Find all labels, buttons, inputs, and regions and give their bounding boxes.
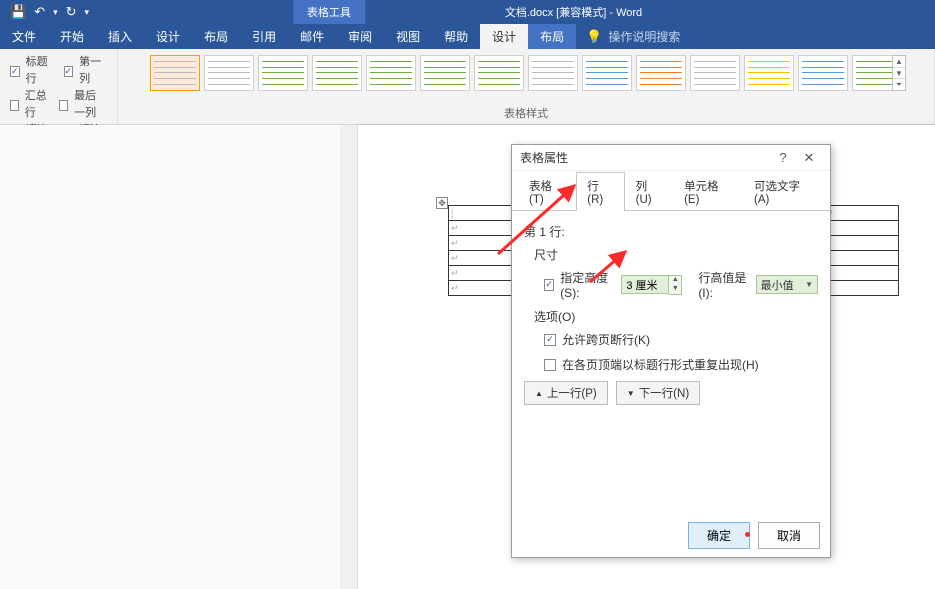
dialog-tab-row[interactable]: 行(R) — [576, 172, 624, 211]
tell-me-search[interactable]: 💡 操作说明搜索 — [576, 24, 690, 49]
ribbon-body: 标题行 第一列 汇总行 最后一列 镶边行 镶边列 表格样式选项 — [0, 49, 935, 125]
dialog-title-text: 表格属性 — [520, 149, 568, 166]
redo-icon[interactable]: ↻ — [66, 4, 77, 20]
dialog-tab-column[interactable]: 列(U) — [625, 172, 673, 211]
dialog-titlebar[interactable]: 表格属性 ? ✕ — [512, 145, 830, 171]
dialog-tabs: 表格(T) 行(R) 列(U) 单元格(E) 可选文字(A) — [512, 171, 830, 211]
dialog-help-button[interactable]: ? — [770, 150, 796, 165]
height-spinner[interactable]: ▲ ▼ — [621, 275, 682, 295]
group-table-styles: ▲ ▼ ⏷ 表格样式 — [118, 49, 935, 124]
label-specify-height: 指定高度(S): — [560, 269, 615, 300]
style-thumb-4[interactable] — [312, 55, 362, 91]
vertical-ruler — [340, 125, 358, 589]
checkbox-header-row[interactable] — [10, 66, 20, 77]
checkbox-first-col[interactable] — [64, 66, 74, 77]
checkbox-specify-height[interactable] — [544, 279, 554, 291]
tab-table-design[interactable]: 设计 — [480, 24, 528, 49]
annotation-dot — [745, 532, 750, 537]
tab-home[interactable]: 开始 — [48, 24, 96, 49]
row-indicator-label: 第 1 行: — [524, 223, 818, 240]
title-bar: 💾 ↶ ▾ ↻ ▾ 表格工具 文档.docx [兼容模式] - Word — [0, 0, 935, 24]
chevron-down-icon: ▼ — [805, 280, 813, 289]
table-styles-gallery[interactable]: ▲ ▼ ⏷ — [144, 51, 908, 105]
label-repeat-header: 在各页顶端以标题行形式重复出现(H) — [562, 356, 759, 373]
tab-view[interactable]: 视图 — [384, 24, 432, 49]
gallery-up-icon[interactable]: ▲ — [893, 56, 905, 68]
document-title: 文档.docx [兼容模式] - Word — [505, 4, 642, 20]
label-total-row: 汇总行 — [25, 88, 50, 122]
undo-more-icon[interactable]: ▾ — [53, 7, 58, 18]
gallery-down-icon[interactable]: ▼ — [893, 68, 905, 80]
spin-down-icon[interactable]: ▼ — [669, 285, 681, 294]
style-thumb-13[interactable] — [798, 55, 848, 91]
style-thumb-2[interactable] — [204, 55, 254, 91]
table-properties-dialog: 表格属性 ? ✕ 表格(T) 行(R) 列(U) 单元格(E) 可选文字(A) … — [511, 144, 831, 558]
undo-icon[interactable]: ↶ — [34, 4, 45, 20]
checkbox-last-col[interactable] — [59, 100, 68, 111]
dialog-footer: 确定 取消 — [512, 514, 830, 557]
height-input[interactable] — [621, 275, 669, 294]
style-thumb-5[interactable] — [366, 55, 416, 91]
dialog-tab-table[interactable]: 表格(T) — [518, 172, 576, 211]
style-thumb-1[interactable] — [150, 55, 200, 91]
table-tools-context-tab: 表格工具 — [293, 0, 365, 24]
dialog-body: 第 1 行: 尺寸 指定高度(S): ▲ ▼ 行高值是(I): 最小值 ▼ 选项… — [512, 211, 830, 514]
prev-row-button[interactable]: ▲ 上一行(P) — [524, 381, 608, 405]
prev-row-label: 上一行(P) — [547, 385, 597, 401]
label-allow-break: 允许跨页断行(K) — [562, 331, 650, 348]
triangle-up-icon: ▲ — [535, 389, 543, 398]
tell-me-label: 操作说明搜索 — [608, 28, 680, 45]
tab-review[interactable]: 审阅 — [336, 24, 384, 49]
group-label-table-styles: 表格样式 — [504, 105, 548, 122]
style-thumb-6[interactable] — [420, 55, 470, 91]
quick-access-toolbar: 💾 ↶ ▾ ↻ ▾ — [0, 4, 99, 20]
style-thumb-8[interactable] — [528, 55, 578, 91]
cancel-button[interactable]: 取消 — [758, 522, 820, 549]
combo-value: 最小值 — [761, 277, 794, 293]
tab-insert[interactable]: 插入 — [96, 24, 144, 49]
tab-table-layout[interactable]: 布局 — [528, 24, 576, 49]
table-move-handle[interactable]: ✥ — [436, 197, 448, 209]
style-thumb-10[interactable] — [636, 55, 686, 91]
save-icon[interactable]: 💾 — [10, 4, 26, 20]
dialog-close-button[interactable]: ✕ — [796, 150, 822, 166]
style-thumb-11[interactable] — [690, 55, 740, 91]
label-header-row: 标题行 — [26, 54, 54, 88]
style-thumb-12[interactable] — [744, 55, 794, 91]
triangle-down-icon: ▼ — [627, 389, 635, 398]
lightbulb-icon: 💡 — [586, 29, 602, 45]
checkbox-repeat-header[interactable] — [544, 359, 556, 371]
tab-references[interactable]: 引用 — [240, 24, 288, 49]
label-last-col: 最后一列 — [74, 88, 107, 122]
tab-file[interactable]: 文件 — [0, 24, 48, 49]
gallery-more-button[interactable]: ▲ ▼ ⏷ — [892, 55, 906, 91]
ribbon-tabs: 文件 开始 插入 设计 布局 引用 邮件 审阅 视图 帮助 设计 布局 💡 操作… — [0, 24, 935, 49]
label-row-height-is: 行高值是(I): — [698, 269, 749, 300]
label-first-col: 第一列 — [79, 54, 107, 88]
tab-design-doc[interactable]: 设计 — [144, 24, 192, 49]
tab-layout-doc[interactable]: 布局 — [192, 24, 240, 49]
options-section-label: 选项(O) — [534, 308, 818, 325]
next-row-label: 下一行(N) — [639, 385, 689, 401]
size-section-label: 尺寸 — [534, 246, 818, 263]
spin-up-icon[interactable]: ▲ — [669, 276, 681, 285]
checkbox-total-row[interactable] — [10, 100, 19, 111]
gallery-expand-icon[interactable]: ⏷ — [893, 79, 905, 90]
qat-customize-icon[interactable]: ▾ — [85, 7, 90, 18]
style-thumb-9[interactable] — [582, 55, 632, 91]
next-row-button[interactable]: ▼ 下一行(N) — [616, 381, 700, 405]
group-table-style-options: 标题行 第一列 汇总行 最后一列 镶边行 镶边列 表格样式选项 — [0, 49, 118, 124]
ok-button[interactable]: 确定 — [688, 522, 750, 549]
tab-help[interactable]: 帮助 — [432, 24, 480, 49]
dialog-tab-alt[interactable]: 可选文字(A) — [743, 172, 824, 211]
dialog-tab-cell[interactable]: 单元格(E) — [673, 172, 743, 211]
tab-mailings[interactable]: 邮件 — [288, 24, 336, 49]
row-height-type-combo[interactable]: 最小值 ▼ — [756, 275, 818, 294]
style-thumb-7[interactable] — [474, 55, 524, 91]
checkbox-allow-break[interactable] — [544, 334, 556, 346]
style-thumb-3[interactable] — [258, 55, 308, 91]
